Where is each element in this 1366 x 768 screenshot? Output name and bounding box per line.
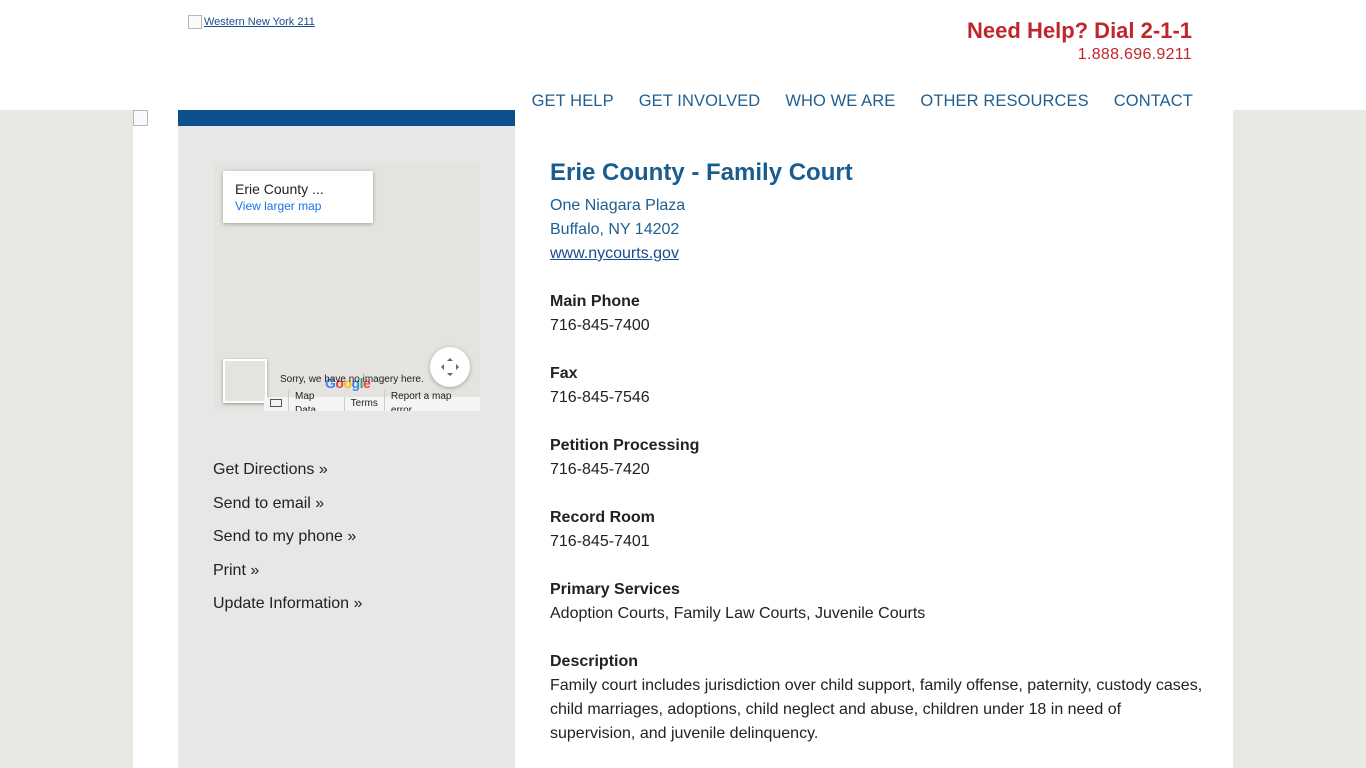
nav-contact[interactable]: CONTACT	[1114, 92, 1193, 111]
main-nav: GET HELP GET INVOLVED WHO WE ARE OTHER R…	[532, 92, 1193, 111]
field-value: 716-845-7420	[550, 461, 650, 478]
info-main-phone: Main Phone 716-845-7400	[550, 290, 1210, 338]
content-area: Erie County ... View larger map Google S…	[133, 110, 1233, 768]
info-primary-services: Primary Services Adoption Courts, Family…	[550, 578, 1210, 626]
site-header: Western New York 211 Need Help? Dial 2-1…	[0, 0, 1366, 110]
print-link[interactable]: Print »	[213, 554, 362, 588]
field-label: Primary Services	[550, 581, 680, 598]
field-value: Family court includes jurisdiction over …	[550, 677, 1203, 742]
field-label: Main Phone	[550, 293, 640, 310]
get-directions-link[interactable]: Get Directions »	[213, 453, 362, 487]
field-value: Adoption Courts, Family Law Courts, Juve…	[550, 605, 926, 622]
report-map-error-link[interactable]: Report a map error	[383, 390, 480, 411]
map-data-link[interactable]: Map Data	[288, 390, 344, 411]
address-line-1: One Niagara Plaza	[550, 197, 686, 214]
site-logo-link[interactable]: Western New York 211	[188, 15, 315, 29]
sidebar: Erie County ... View larger map Google S…	[178, 110, 515, 768]
map-terms-link[interactable]: Terms	[343, 397, 384, 411]
field-label: Description	[550, 653, 639, 670]
page-title: Erie County - Family Court	[550, 159, 853, 186]
send-to-email-link[interactable]: Send to email »	[213, 487, 362, 521]
nav-get-help[interactable]: GET HELP	[532, 92, 614, 111]
field-label: Petition Processing	[550, 437, 700, 454]
sidebar-actions: Get Directions » Send to email » Send to…	[213, 453, 362, 621]
nav-get-involved[interactable]: GET INVOLVED	[639, 92, 761, 111]
info-description: Description Family court includes jurisd…	[550, 650, 1210, 746]
embedded-map[interactable]: Erie County ... View larger map Google S…	[213, 163, 480, 411]
logo-alt-text: Western New York 211	[204, 16, 315, 28]
sidebar-accent-bar	[178, 110, 515, 126]
map-fullscreen-button[interactable]	[430, 347, 470, 387]
field-value: 716-845-7401	[550, 533, 650, 550]
field-label: Fax	[550, 365, 578, 382]
broken-image-icon	[133, 110, 148, 126]
broken-image-icon	[188, 15, 202, 29]
map-type-thumbnail[interactable]	[223, 359, 267, 403]
field-value: 716-845-7546	[550, 389, 650, 406]
map-info-card: Erie County ... View larger map	[223, 171, 373, 223]
info-fax: Fax 716-845-7546	[550, 362, 1210, 410]
helpline-title: Need Help? Dial 2-1-1	[967, 18, 1192, 43]
nav-who-we-are[interactable]: WHO WE ARE	[785, 92, 895, 111]
map-footer: Map Data Terms Report a map error	[264, 390, 480, 411]
send-to-phone-link[interactable]: Send to my phone »	[213, 520, 362, 554]
view-larger-map-link[interactable]: View larger map	[235, 199, 321, 213]
helpline-phone[interactable]: 1.888.696.9211	[967, 45, 1192, 65]
keyboard-shortcuts-button[interactable]	[264, 396, 288, 411]
nav-other-resources[interactable]: OTHER RESOURCES	[920, 92, 1088, 111]
map-place-name: Erie County ...	[235, 181, 324, 197]
address-line-2: Buffalo, NY 14202	[550, 221, 680, 238]
helpline: Need Help? Dial 2-1-1 1.888.696.9211	[967, 18, 1192, 65]
keyboard-icon	[270, 399, 282, 407]
field-value: 716-845-7400	[550, 317, 650, 334]
website-link[interactable]: www.nycourts.gov	[550, 242, 1210, 266]
info-record-room: Record Room 716-845-7401	[550, 506, 1210, 554]
fullscreen-icon	[441, 358, 459, 376]
map-no-imagery-text: Sorry, we have no imagery here.	[280, 374, 424, 385]
field-label: Record Room	[550, 509, 655, 526]
info-petition-processing: Petition Processing 716-845-7420	[550, 434, 1210, 482]
listing-details: Erie County - Family Court One Niagara P…	[550, 158, 1210, 746]
update-information-link[interactable]: Update Information »	[213, 587, 362, 621]
